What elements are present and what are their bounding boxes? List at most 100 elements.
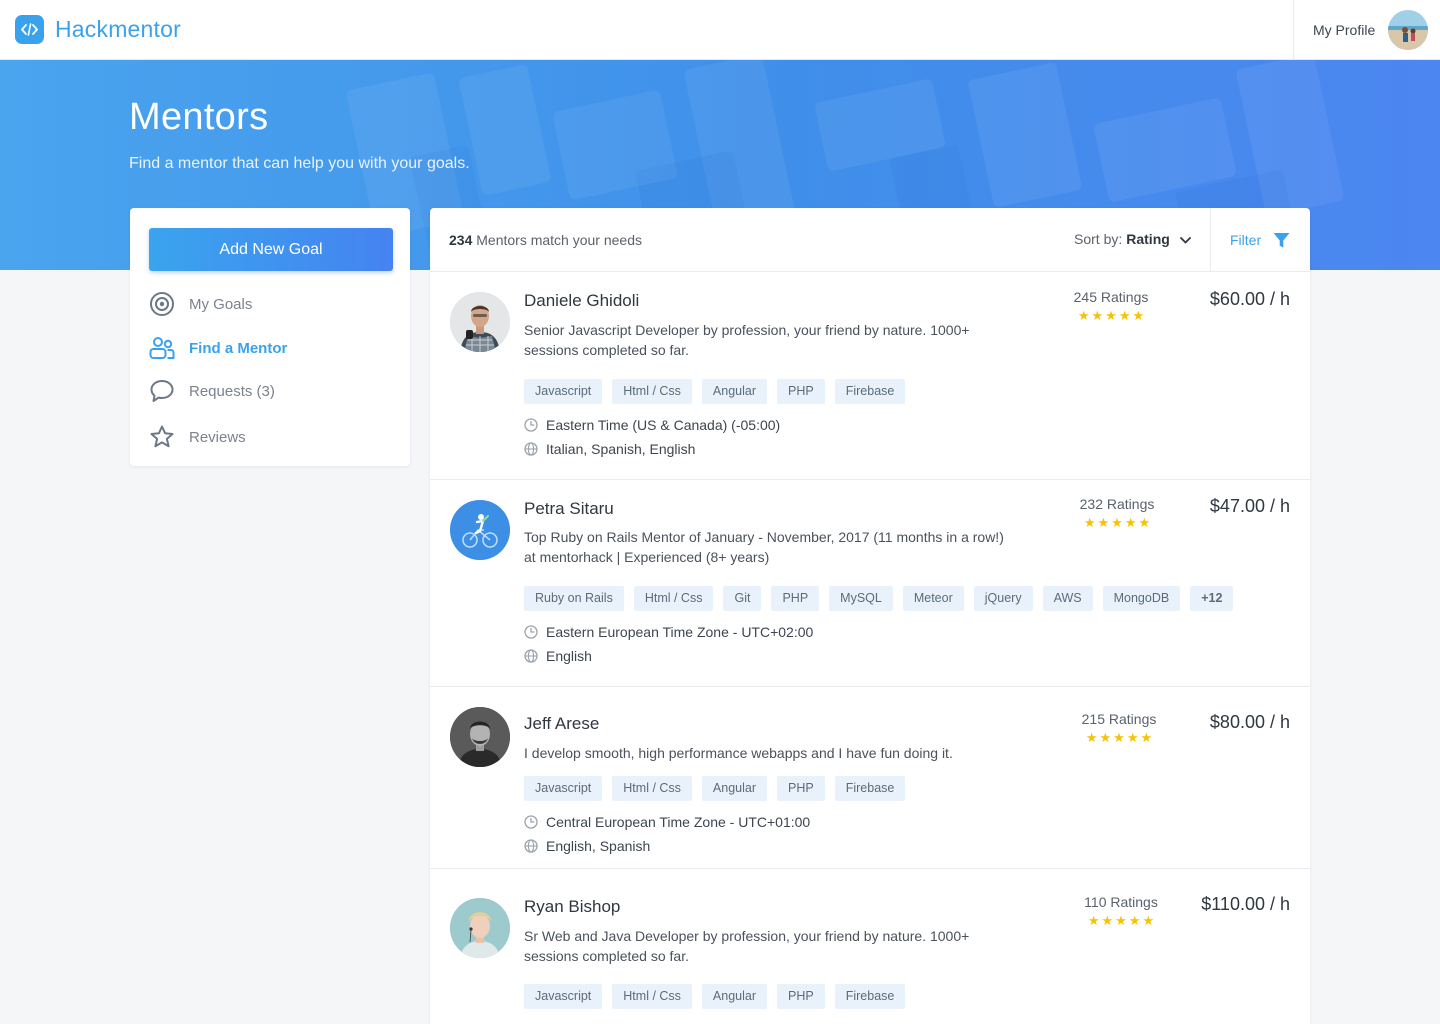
star-icon: ★	[1097, 515, 1110, 530]
funnel-icon	[1273, 232, 1290, 248]
mentor-ratings[interactable]: 110 Ratings ★ ★ ★ ★ ★	[1066, 894, 1176, 927]
users-icon	[149, 335, 175, 361]
skill-tag[interactable]: Meteor	[902, 586, 964, 611]
star-icon: ★	[1115, 913, 1127, 928]
page-title: Mentors	[129, 96, 269, 138]
avatar[interactable]	[1388, 10, 1428, 50]
mentor-name[interactable]: Petra Sitaru	[524, 499, 614, 519]
skill-tag[interactable]: MongoDB	[1102, 586, 1181, 611]
skill-tag[interactable]: Firebase	[834, 984, 906, 1009]
skill-tag[interactable]: Git	[723, 586, 762, 611]
sidebar-item-label: My Goals	[189, 295, 253, 313]
star-icon: ★	[1118, 308, 1131, 323]
star-icon: ★	[1083, 515, 1096, 530]
ratings-count: 215 Ratings	[1081, 711, 1157, 727]
sidebar-item-label: Find a Mentor	[189, 339, 288, 357]
skill-tags: Javascript Html / Css Angular PHP Fireba…	[524, 379, 915, 404]
mentor-ratings[interactable]: 245 Ratings ★ ★ ★ ★ ★	[1056, 289, 1166, 322]
results-count: 234 Mentors match your needs	[449, 232, 642, 248]
skill-tag[interactable]: Angular	[701, 379, 768, 404]
add-new-goal-button[interactable]: Add New Goal	[149, 228, 393, 271]
mentor-card[interactable]: Daniele Ghidoli Senior Javascript Develo…	[430, 272, 1310, 480]
filter-button[interactable]: Filter	[1210, 208, 1310, 272]
skill-tag[interactable]: jQuery	[973, 586, 1033, 611]
avatar[interactable]	[450, 707, 510, 767]
star-rating: ★ ★ ★ ★ ★	[1056, 308, 1166, 323]
skill-tag[interactable]: Angular	[701, 776, 768, 801]
brand-name: Hackmentor	[55, 16, 181, 42]
mentor-card[interactable]: Petra Sitaru Top Ruby on Rails Mentor of…	[430, 480, 1310, 687]
avatar[interactable]	[450, 898, 510, 958]
star-rating: ★ ★ ★ ★ ★	[1062, 515, 1172, 530]
target-icon	[149, 291, 175, 317]
sidebar-item-find-a-mentor[interactable]: Find a Mentor	[149, 333, 389, 363]
skill-tag[interactable]: Ruby on Rails	[524, 586, 624, 611]
mentor-languages: English	[524, 648, 592, 664]
sidebar-item-label: Reviews	[189, 428, 246, 446]
mentor-price: $47.00 / h	[1209, 496, 1290, 516]
ratings-count: 232 Ratings	[1079, 496, 1155, 512]
skill-tag[interactable]: PHP	[777, 776, 825, 801]
profile-menu[interactable]: My Profile	[1293, 0, 1440, 59]
skill-tag[interactable]: Angular	[701, 984, 768, 1009]
mentor-ratings[interactable]: 232 Ratings ★ ★ ★ ★ ★	[1062, 496, 1172, 529]
sidebar-item-requests[interactable]: Requests (3)	[149, 376, 389, 406]
skill-tag[interactable]: MySQL	[829, 586, 893, 611]
mentor-name[interactable]: Jeff Arese	[524, 714, 599, 734]
ratings-count: 110 Ratings	[1084, 894, 1158, 910]
clock-icon	[524, 625, 538, 639]
avatar[interactable]	[450, 292, 510, 352]
star-icon: ★	[1138, 515, 1151, 530]
skill-tag[interactable]: AWS	[1042, 586, 1093, 611]
filter-label: Filter	[1230, 232, 1262, 248]
star-icon: ★	[1126, 730, 1139, 745]
skill-tag[interactable]: Html / Css	[633, 586, 714, 611]
ratings-count: 245 Ratings	[1073, 289, 1149, 305]
sort-dropdown[interactable]: Sort by: Rating	[1074, 231, 1191, 247]
sort-value: Rating	[1126, 231, 1170, 247]
mentor-bio: Top Ruby on Rails Mentor of January - No…	[524, 529, 1004, 565]
results-count-text: Mentors match your needs	[476, 232, 642, 248]
skill-tag[interactable]: Html / Css	[612, 379, 692, 404]
star-icon: ★	[1113, 730, 1125, 745]
mentor-bio: Senior Javascript Developer by professio…	[524, 322, 970, 358]
star-icon: ★	[1085, 730, 1098, 745]
skill-tag[interactable]: Firebase	[834, 379, 906, 404]
skill-tag[interactable]: Html / Css	[612, 984, 692, 1009]
skill-tag[interactable]: Javascript	[524, 984, 603, 1009]
mentor-results-panel: 234 Mentors match your needs Sort by: Ra…	[430, 208, 1310, 1024]
timezone-text: Central European Time Zone - UTC+01:00	[546, 814, 811, 830]
star-icon: ★	[1132, 308, 1145, 323]
star-icon: ★	[1140, 730, 1153, 745]
mentor-timezone: Eastern Time (US & Canada) (-05:00)	[524, 417, 780, 433]
skill-tag[interactable]: PHP	[771, 586, 820, 611]
sidebar-item-my-goals[interactable]: My Goals	[149, 289, 389, 319]
mentor-ratings[interactable]: 215 Ratings ★ ★ ★ ★ ★	[1064, 711, 1174, 744]
languages-text: English, Spanish	[546, 838, 651, 854]
avatar[interactable]	[450, 500, 510, 560]
skill-tag[interactable]: PHP	[777, 984, 825, 1009]
page-subtitle: Find a mentor that can help you with you…	[129, 155, 470, 172]
mentor-name[interactable]: Ryan Bishop	[524, 897, 620, 917]
mentor-timezone: Eastern European Time Zone - UTC+02:00	[524, 624, 813, 640]
skill-tag[interactable]: Javascript	[524, 776, 603, 801]
mentor-card[interactable]: Ryan Bishop Sr Web and Java Developer by…	[430, 869, 1310, 1024]
chat-bubble-icon	[149, 378, 175, 404]
results-header: 234 Mentors match your needs Sort by: Ra…	[430, 208, 1310, 272]
brand-logo[interactable]: Hackmentor	[15, 15, 181, 44]
skill-tag[interactable]: PHP	[777, 379, 825, 404]
code-icon	[15, 15, 44, 44]
more-skills-tag[interactable]: +12	[1190, 586, 1234, 611]
sidebar-item-reviews[interactable]: Reviews	[149, 422, 389, 452]
languages-text: Italian, Spanish, English	[546, 441, 696, 457]
mentor-name[interactable]: Daniele Ghidoli	[524, 291, 639, 311]
star-icon: ★	[1128, 913, 1141, 928]
languages-text: English	[546, 648, 592, 664]
mentor-card[interactable]: Jeff Arese I develop smooth, high perfor…	[430, 687, 1310, 869]
skill-tag[interactable]: Html / Css	[612, 776, 692, 801]
clock-icon	[524, 418, 538, 432]
mentor-bio: I develop smooth, high performance webap…	[524, 745, 953, 761]
sort-label: Sort by:	[1074, 231, 1123, 247]
skill-tag[interactable]: Firebase	[834, 776, 906, 801]
skill-tag[interactable]: Javascript	[524, 379, 603, 404]
